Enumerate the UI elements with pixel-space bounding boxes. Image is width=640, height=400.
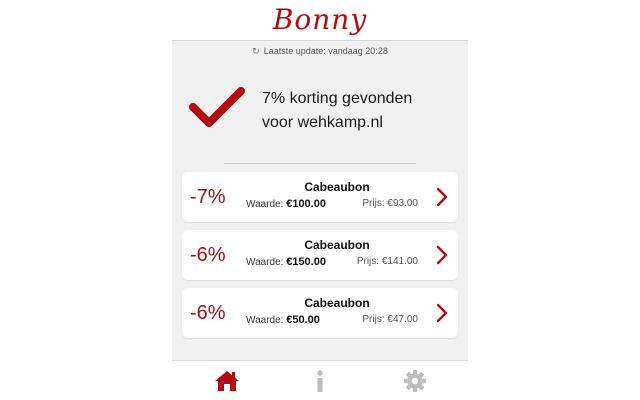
deal-card[interactable]: -6% Cabeaubon Waarde: €50.00 Prijs: €47.… — [182, 288, 458, 338]
last-update-text: Laatste update: vandaag 20:28 — [263, 46, 388, 56]
discount-result: 7% korting gevonden voor wehkamp.nl — [172, 83, 468, 153]
deal-price: Prijs: €47.00 — [362, 313, 418, 327]
deal-price-amount: €47.00 — [387, 314, 418, 325]
deal-name: Cabeaubon — [304, 180, 370, 194]
deal-price-label: Prijs: — [362, 198, 385, 209]
deal-card[interactable]: -6% Cabeaubon Waarde: €150.00 Prijs: €14… — [182, 230, 458, 280]
deal-name: Cabeaubon — [304, 296, 370, 310]
deal-value: Waarde: €100.00 — [246, 197, 326, 212]
result-line-1: 7% korting gevonden — [262, 90, 413, 107]
deal-discount: -6% — [190, 302, 226, 324]
tab-info[interactable] — [307, 369, 333, 393]
checkmark-icon — [189, 87, 245, 127]
deal-price-label: Prijs: — [362, 314, 385, 325]
result-message: 7% korting gevonden voor wehkamp.nl — [262, 87, 462, 135]
chevron-right-icon[interactable] — [436, 245, 448, 265]
info-icon — [317, 370, 323, 392]
last-update-status: ↻ Laatste update: vandaag 20:28 — [172, 45, 468, 57]
deal-value-amount: €100.00 — [286, 198, 326, 210]
deal-discount: -6% — [190, 244, 226, 266]
divider — [224, 163, 416, 164]
result-line-2: voor wehkamp.nl — [262, 114, 383, 131]
home-icon — [215, 371, 239, 391]
tab-home[interactable] — [214, 369, 240, 393]
refresh-icon[interactable]: ↻ — [252, 45, 260, 57]
deal-value-label: Waarde: — [246, 257, 284, 268]
deal-price-amount: €141.00 — [381, 256, 418, 267]
deal-value-amount: €150.00 — [286, 256, 326, 268]
tab-settings[interactable] — [402, 369, 428, 393]
deal-price-label: Prijs: — [356, 256, 380, 267]
deal-value-label: Waarde: — [246, 199, 284, 210]
deal-value: Waarde: €50.00 — [246, 313, 320, 328]
deal-price: Prijs: €141.00 — [357, 255, 418, 269]
chevron-right-icon[interactable] — [436, 187, 448, 207]
deal-discount: -7% — [190, 186, 226, 208]
deal-price: Prijs: €93.00 — [362, 197, 418, 211]
extension-popup: Bonny ↻ Laatste update: vandaag 20:28 7% … — [0, 0, 640, 400]
brand-logo: Bonny — [272, 3, 368, 36]
deal-value: Waarde: €150.00 — [246, 255, 326, 270]
deal-value-amount: €50.00 — [286, 314, 320, 326]
gear-icon — [404, 370, 426, 392]
main-panel: ↻ Laatste update: vandaag 20:28 7% kortin… — [172, 40, 468, 400]
chevron-right-icon[interactable] — [436, 303, 448, 323]
deal-card[interactable]: -7% Cabeaubon Waarde: €100.00 Prijs: €93… — [182, 172, 458, 222]
deal-list: -7% Cabeaubon Waarde: €100.00 Prijs: €93… — [182, 172, 458, 346]
bottom-tab-bar — [172, 360, 468, 400]
deal-price-amount: €93.00 — [387, 198, 418, 209]
deal-name: Cabeaubon — [304, 238, 370, 252]
deal-value-label: Waarde: — [246, 315, 284, 326]
